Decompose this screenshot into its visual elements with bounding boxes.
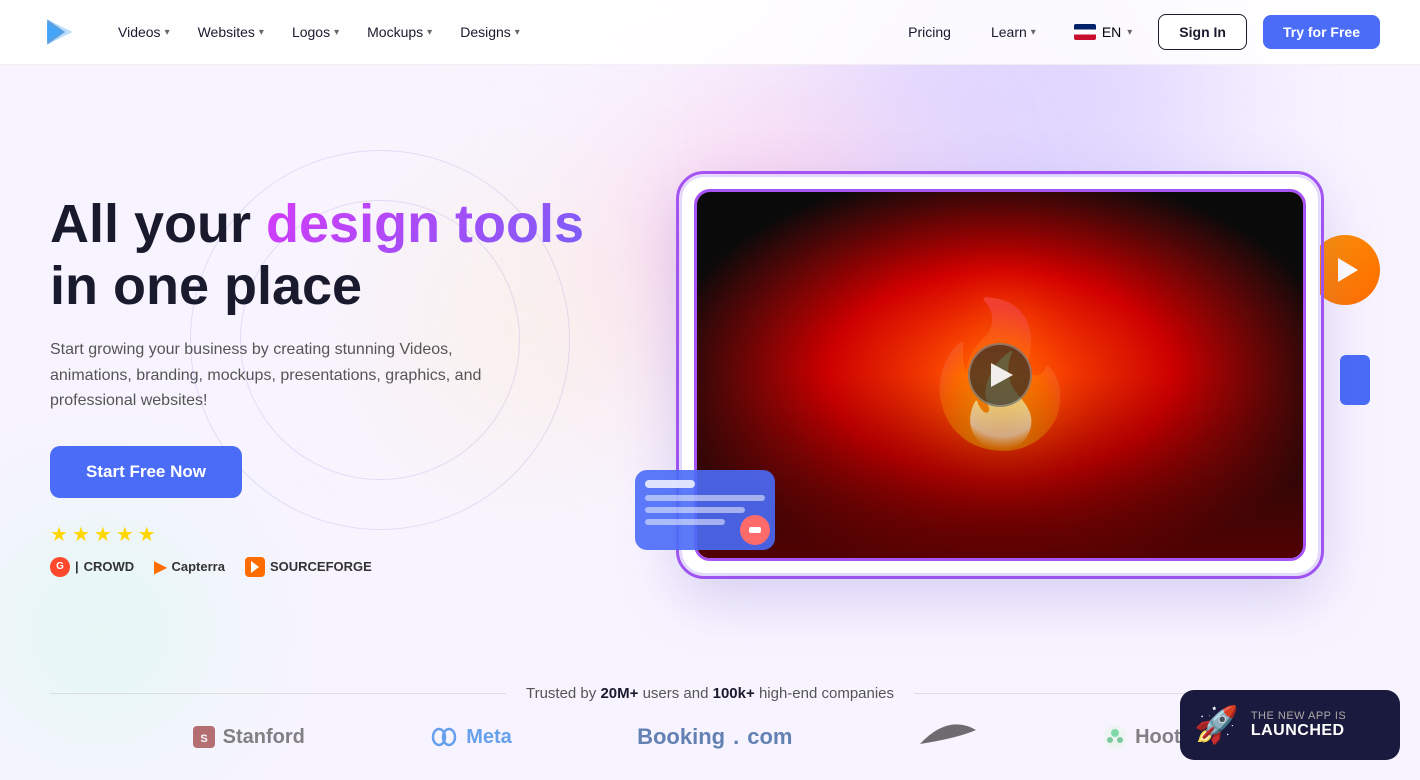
g2-crowd-logo: G | CROWD <box>50 557 134 577</box>
nav-left: Videos ▾ Websites ▾ Logos ▾ Mockups ▾ De… <box>106 16 896 48</box>
deco-blue-bar <box>1340 355 1370 405</box>
learn-chevron-icon: ▾ <box>1031 27 1036 38</box>
divider-left <box>50 693 506 694</box>
review-logos: G | CROWD ▶ Capterra SOURCEFORGE <box>50 557 610 577</box>
play-button[interactable] <box>968 343 1032 407</box>
nav-right: Pricing Learn ▾ EN ▾ Sign In Try for Fre… <box>896 14 1380 50</box>
crowd-text: CROWD <box>84 559 135 574</box>
nav-designs[interactable]: Designs ▾ <box>448 16 532 48</box>
star-3: ★ <box>94 522 112 547</box>
websites-chevron-icon: ▾ <box>259 27 264 38</box>
designs-chevron-icon: ▾ <box>515 27 520 38</box>
sourceforge-logo: SOURCEFORGE <box>245 557 372 577</box>
nav-logos[interactable]: Logos ▾ <box>280 16 351 48</box>
star-2: ★ <box>72 522 90 547</box>
star-rating: ★ ★ ★ ★ ★ <box>50 522 610 547</box>
banner-text-container: THE NEW APP IS LAUNCHED <box>1251 710 1346 740</box>
signin-button[interactable]: Sign In <box>1158 14 1247 50</box>
hero-right: 🔥 <box>610 175 1370 595</box>
nav-learn[interactable]: Learn ▾ <box>979 16 1048 48</box>
star-4: ★ <box>116 522 134 547</box>
videos-chevron-icon: ▾ <box>165 27 170 38</box>
language-selector[interactable]: EN ▾ <box>1064 18 1142 46</box>
partner-booking: Booking . com <box>637 724 792 750</box>
g2-pipe: | <box>75 559 79 574</box>
star-1: ★ <box>50 522 68 547</box>
sourceforge-text: SOURCEFORGE <box>270 559 372 574</box>
companies-count: 100k+ <box>713 685 755 702</box>
partner-logos: S Stanford Meta Booking . com Hootsuite <box>50 722 1370 752</box>
svg-text:S: S <box>200 733 207 745</box>
hero-left: All your design tools in one place Start… <box>50 193 610 577</box>
deco-widget <box>630 465 780 555</box>
deco-play-button <box>1310 235 1380 305</box>
lang-chevron-icon: ▾ <box>1127 27 1132 38</box>
flag-icon <box>1074 24 1096 40</box>
hero-title-accent: design tools <box>266 194 584 254</box>
logo[interactable] <box>40 14 76 50</box>
capterra-text: Capterra <box>172 559 225 574</box>
hero-section: All your design tools in one place Start… <box>0 65 1420 685</box>
start-free-button[interactable]: Start Free Now <box>50 446 242 498</box>
video-container: 🔥 <box>660 175 1320 595</box>
trusted-divider: Trusted by 20M+ users and 100k+ high-end… <box>50 685 1370 702</box>
mockups-chevron-icon: ▾ <box>427 27 432 38</box>
app-launched-banner[interactable]: 🚀 THE NEW APP IS LAUNCHED <box>1180 690 1400 760</box>
banner-small-text: THE NEW APP IS <box>1251 710 1346 722</box>
capterra-logo: ▶ Capterra <box>154 557 225 577</box>
partner-meta: Meta <box>430 726 512 749</box>
nav-videos[interactable]: Videos ▾ <box>106 16 182 48</box>
star-5: ★ <box>138 522 156 547</box>
sf-icon <box>245 557 265 577</box>
play-triangle-icon <box>991 363 1013 387</box>
hero-subtitle: Start growing your business by creating … <box>50 337 530 414</box>
rocket-icon: 🚀 <box>1194 704 1239 746</box>
partner-nike <box>918 722 978 752</box>
users-count: 20M+ <box>600 685 638 702</box>
deco-play-triangle <box>1338 258 1358 282</box>
logos-chevron-icon: ▾ <box>334 27 339 38</box>
g2-icon: G <box>50 557 70 577</box>
video-player[interactable]: 🔥 <box>694 189 1306 561</box>
hero-title: All your design tools in one place <box>50 193 610 317</box>
navbar: Videos ▾ Websites ▾ Logos ▾ Mockups ▾ De… <box>0 0 1420 65</box>
nav-pricing[interactable]: Pricing <box>896 16 963 48</box>
nav-websites[interactable]: Websites ▾ <box>186 16 276 48</box>
nav-mockups[interactable]: Mockups ▾ <box>355 16 444 48</box>
banner-large-text: LAUNCHED <box>1251 722 1346 740</box>
partner-stanford: S Stanford <box>193 726 305 749</box>
trusted-text: Trusted by 20M+ users and 100k+ high-end… <box>526 685 894 702</box>
try-free-button[interactable]: Try for Free <box>1263 15 1380 49</box>
capterra-icon: ▶ <box>154 557 166 577</box>
